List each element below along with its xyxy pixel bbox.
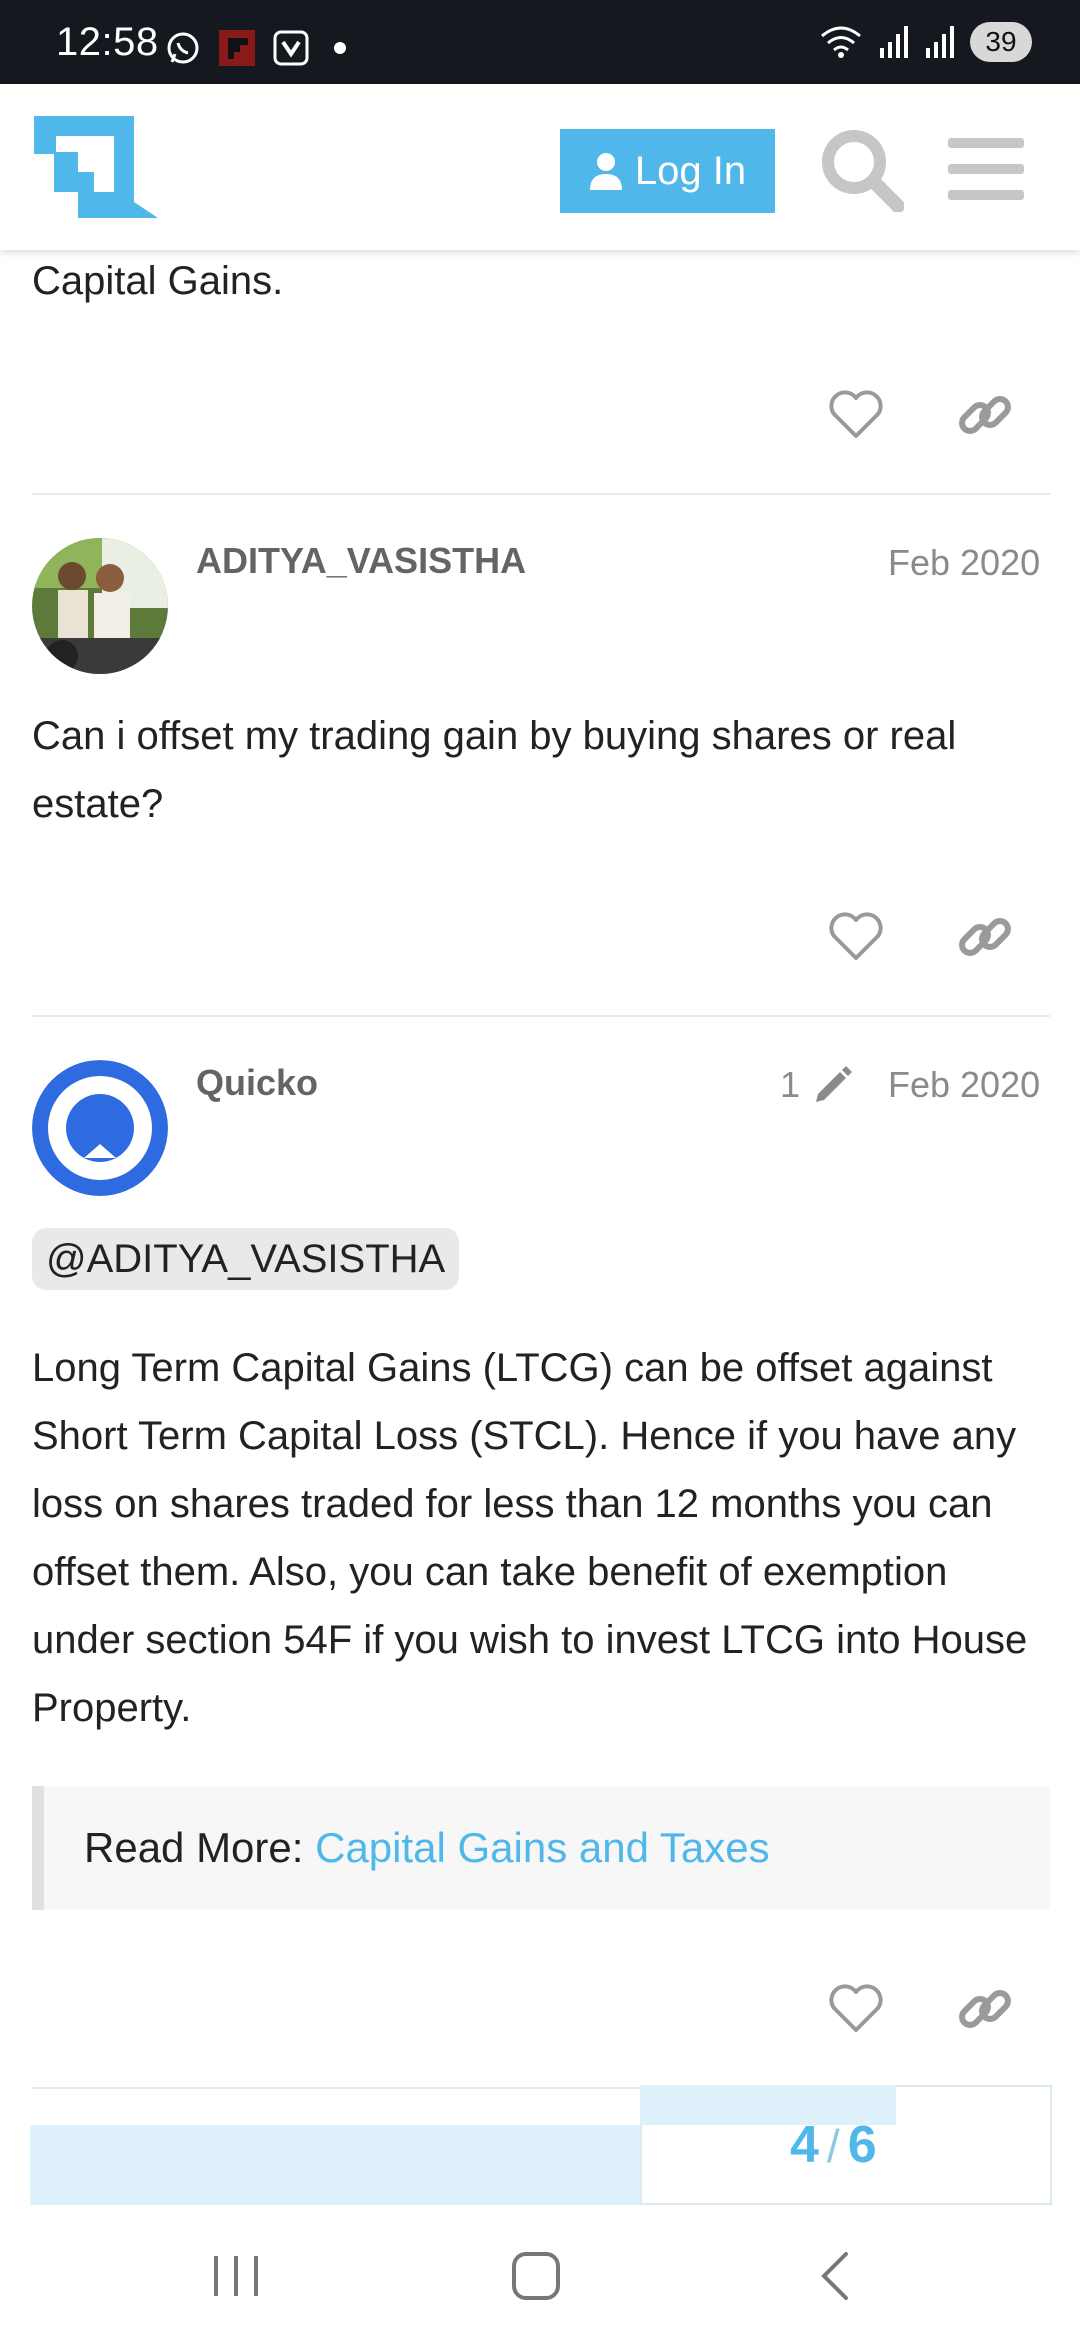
share-link-icon[interactable]	[956, 386, 1014, 444]
progress-current: 4	[790, 2116, 819, 2174]
notification-icons	[164, 30, 346, 66]
post-divider	[32, 1015, 1050, 1017]
post-body: Long Term Capital Gains (LTCG) can be of…	[32, 1346, 1028, 1730]
like-icon[interactable]	[828, 390, 884, 440]
search-icon[interactable]	[818, 126, 904, 212]
post-body: Can i offset my trading gain by buying s…	[32, 714, 957, 826]
status-bar: 12:58 39	[0, 0, 1080, 84]
post-date[interactable]: Feb 2020	[888, 1064, 1040, 1106]
pencil-icon[interactable]	[812, 1064, 854, 1106]
like-icon[interactable]	[828, 1984, 884, 2034]
avatar-photo	[32, 538, 168, 674]
login-button[interactable]: Log In	[560, 129, 775, 213]
topic-progress[interactable]: 4/6	[30, 2085, 1052, 2205]
post-date[interactable]: Feb 2020	[888, 542, 1040, 584]
share-link-icon[interactable]	[956, 908, 1014, 966]
flipboard-icon	[219, 30, 255, 66]
user-icon	[589, 153, 622, 190]
edit-count[interactable]: 1	[780, 1064, 800, 1106]
avatar-aditya[interactable]	[32, 538, 168, 674]
signal-icon-2	[926, 26, 954, 58]
login-label: Log In	[634, 148, 747, 193]
app-notification-icon	[273, 30, 309, 66]
dot-icon	[334, 42, 346, 54]
back-icon[interactable]	[808, 2248, 868, 2304]
post-username[interactable]: Quicko	[196, 1062, 318, 1104]
post-divider	[32, 493, 1050, 495]
signal-icon	[880, 26, 908, 58]
progress-separator: /	[826, 2120, 840, 2172]
status-time: 12:58	[56, 20, 159, 64]
hamburger-menu-icon[interactable]	[948, 134, 1024, 204]
previous-post-text: Capital Gains.	[32, 259, 284, 303]
wifi-icon	[821, 26, 861, 58]
quicko-logo[interactable]	[34, 116, 162, 220]
battery-indicator: 39	[970, 22, 1032, 62]
recent-apps-icon[interactable]	[206, 2248, 266, 2304]
progress-counter: 4/6	[790, 2115, 877, 2175]
share-link-icon[interactable]	[956, 1980, 1014, 2038]
home-icon[interactable]	[506, 2248, 566, 2304]
progress-total: 6	[847, 2116, 877, 2174]
read-more-label: Read More:	[84, 1824, 316, 1871]
read-more-link[interactable]: Capital Gains and Taxes	[315, 1824, 770, 1871]
post-username[interactable]: ADITYA_VASISTHA	[196, 540, 526, 582]
system-icons: 39	[818, 22, 1032, 62]
quicko-avatar-logo	[32, 1060, 168, 1196]
like-icon[interactable]	[828, 912, 884, 962]
system-nav-bar	[0, 2208, 1080, 2340]
mention-tag[interactable]: @ADITYA_VASISTHA	[32, 1228, 460, 1290]
avatar-quicko[interactable]	[32, 1060, 168, 1196]
read-more-quote: Read More: Capital Gains and Taxes	[32, 1786, 1050, 1910]
site-header: Log In	[0, 84, 1080, 250]
whatsapp-icon	[167, 32, 199, 64]
